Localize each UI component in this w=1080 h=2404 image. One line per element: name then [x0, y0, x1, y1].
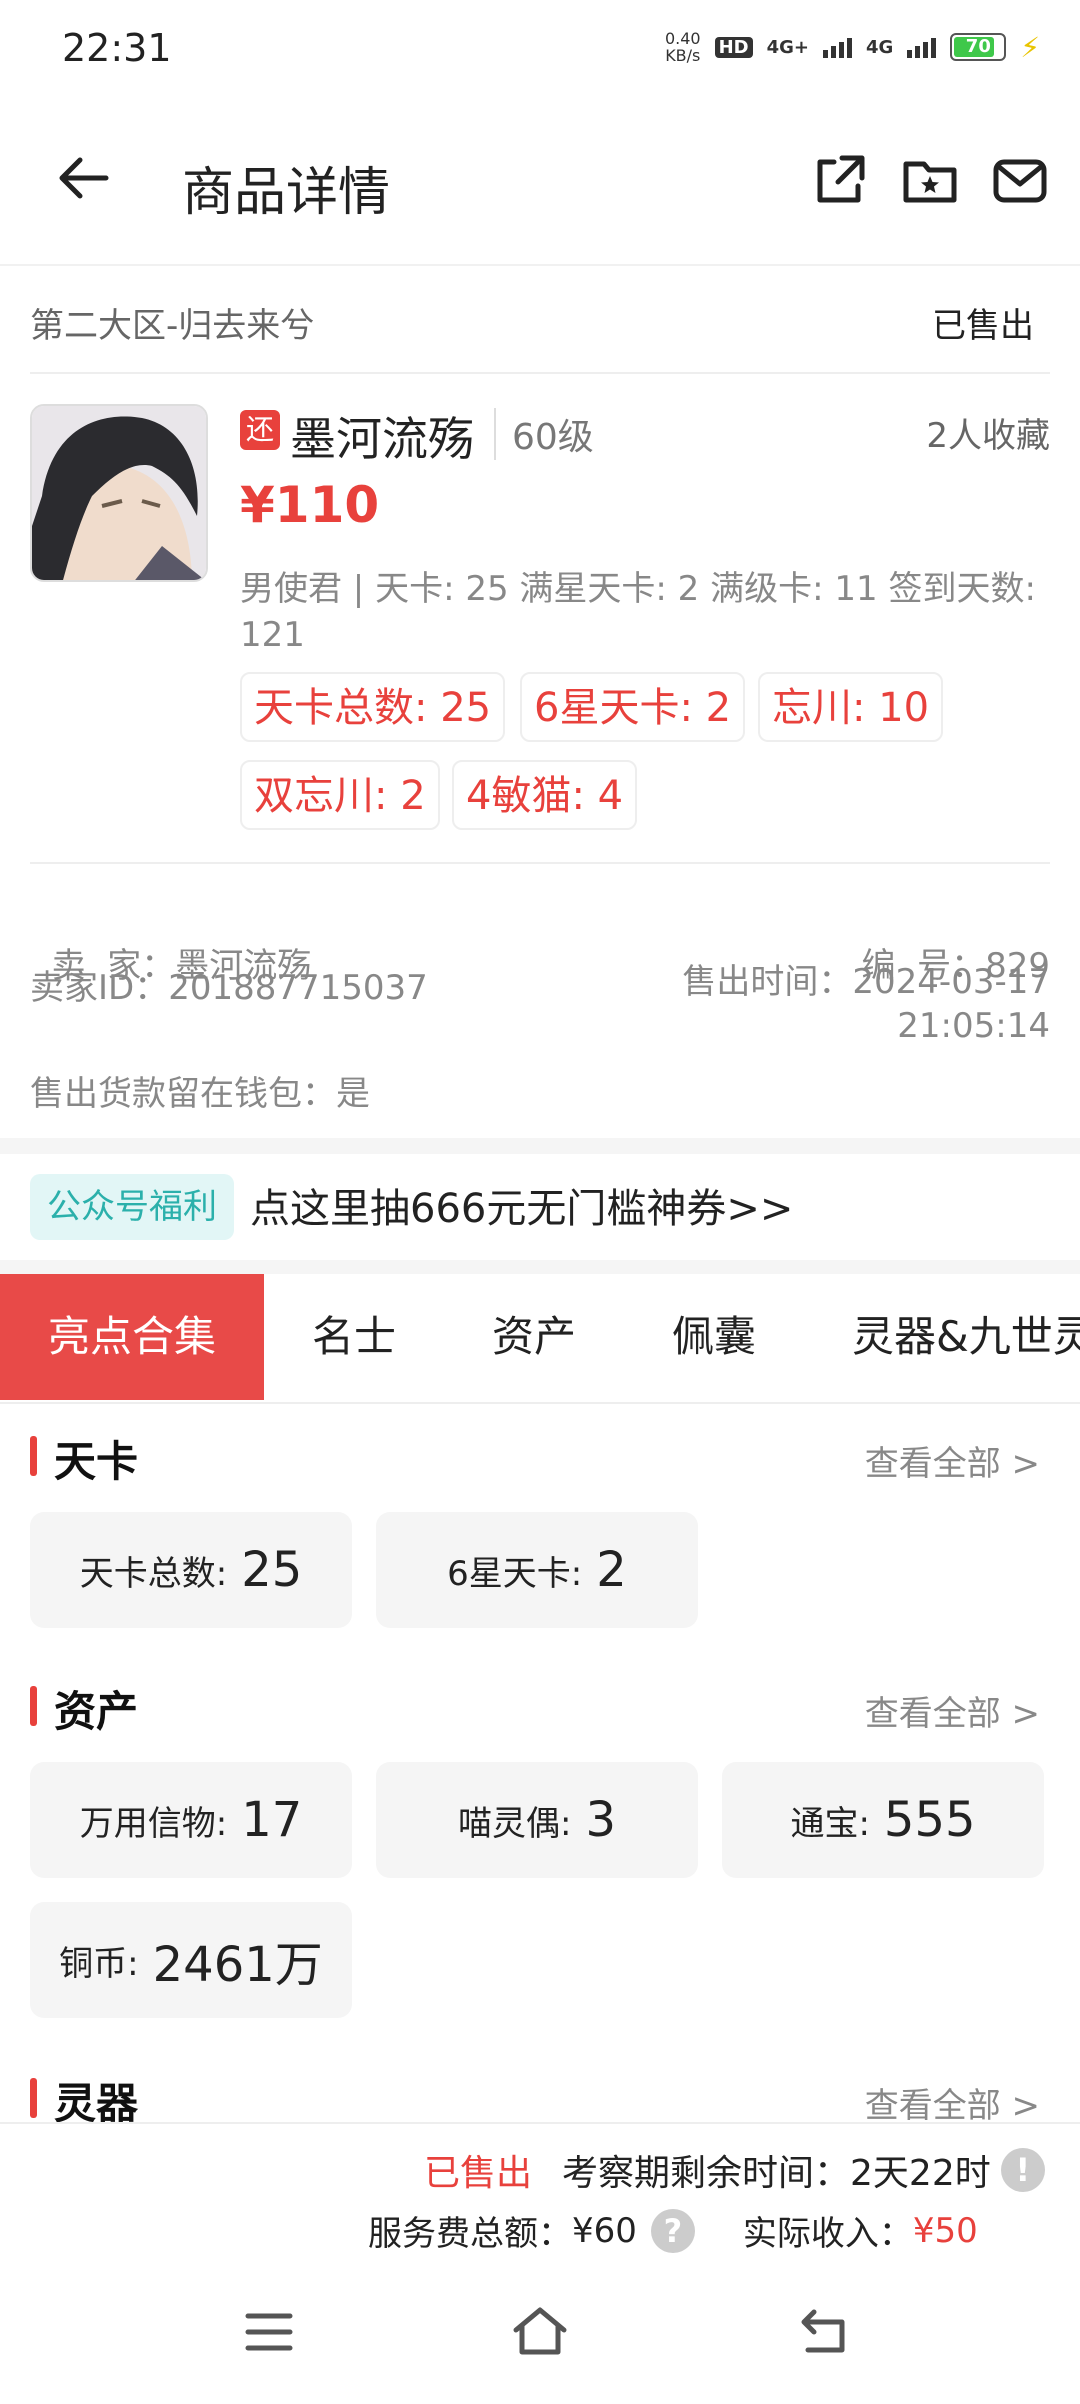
highlight-chip: 6星天卡: 2: [520, 672, 746, 742]
wallet-info: 售出货款留在钱包：是: [30, 1074, 370, 1114]
page-title: 商品详情: [182, 163, 391, 223]
income-label: 实际收入：: [742, 2214, 913, 2254]
signal-4g-label: 4G: [866, 36, 894, 58]
status-bar: 22:31 0.40 KB/s HD 4G+ 4G 70 ⚡: [0, 0, 1080, 100]
section-header-tianka: 天卡 查看全部 >: [30, 1428, 1050, 1488]
info-icon[interactable]: !: [1000, 2148, 1045, 2192]
battery-icon: 70: [950, 33, 1007, 61]
menu-icon[interactable]: [244, 2310, 294, 2354]
share-icon[interactable]: [812, 152, 868, 208]
back-arrow-icon[interactable]: [54, 148, 114, 208]
net-speed: 0.40 KB/s: [664, 29, 701, 65]
help-icon[interactable]: ?: [650, 2208, 695, 2253]
region-label: 第二大区-归去来兮: [30, 306, 315, 346]
status-icons: 0.40 KB/s HD 4G+ 4G 70 ⚡: [665, 30, 1040, 64]
message-icon[interactable]: [992, 152, 1048, 208]
stat-card: 天卡总数: 25: [30, 1512, 352, 1628]
status-time: 22:31: [62, 26, 172, 70]
category-tabs: 亮点合集 名士 资产 佩囊 灵器&九世灵: [0, 1274, 1080, 1404]
highlight-chip: 4敏猫: 4: [452, 760, 638, 830]
section-separator: [0, 1138, 1080, 1154]
income-value: ¥50: [912, 2210, 978, 2251]
fee-value: ¥60: [572, 2210, 637, 2251]
character-level: 60级: [494, 408, 594, 460]
view-all-link[interactable]: 查看全部 >: [865, 2078, 1040, 2122]
view-all-link[interactable]: 查看全部 >: [865, 1436, 1040, 1485]
seller-id: 卖家ID：201887715037: [30, 968, 428, 1008]
sold-status: 已售出: [424, 2153, 533, 2194]
favorite-folder-icon[interactable]: [902, 152, 958, 208]
view-all-link[interactable]: 查看全部 >: [865, 1686, 1040, 1735]
tab-highlights[interactable]: 亮点合集: [0, 1274, 264, 1400]
character-summary: 男使君 | 天卡: 25 满星天卡: 2 满级卡: 11 签到天数: 121: [240, 569, 1036, 655]
remaining-label: 考察期剩余时间：: [562, 2153, 851, 2194]
stat-card: 通宝: 555: [722, 1762, 1044, 1878]
remaining-value: 2天22时: [850, 2153, 991, 2194]
hd-icon: HD: [714, 36, 753, 58]
system-nav-bar: [0, 2262, 1080, 2404]
signal-icon-2: [907, 36, 937, 58]
divider: [30, 372, 1050, 374]
divider: [30, 862, 1050, 864]
highlight-chip: 忘川: 10: [758, 672, 944, 742]
price: ¥110: [240, 476, 380, 534]
stat-card: 万用信物: 17: [30, 1762, 352, 1878]
section-title: 灵器: [54, 2079, 139, 2122]
character-name: 墨河流殇: [290, 412, 474, 466]
section-title: 天卡: [54, 1437, 139, 1486]
review-period-row: 已售出 考察期剩余时间： 2天22时 !: [424, 2144, 1045, 2196]
section-separator: [0, 1260, 1080, 1274]
stat-card: 铜币: 2461万: [30, 1902, 352, 2018]
back-icon[interactable]: [798, 2306, 850, 2356]
header: 商品详情: [0, 100, 1080, 266]
highlight-chip: 天卡总数: 25: [240, 672, 506, 742]
tab-heroes[interactable]: 名士: [312, 1274, 396, 1400]
stat-card: 6星天卡: 2: [376, 1512, 698, 1628]
listing-status: 已售出: [932, 306, 1034, 346]
stat-card: 喵灵偶: 3: [376, 1762, 698, 1878]
section-title: 资产: [54, 1687, 139, 1736]
section-header-assets: 资产 查看全部 >: [30, 1678, 1050, 1738]
home-icon[interactable]: [510, 2304, 570, 2358]
character-avatar[interactable]: [30, 404, 208, 582]
fee-row: 服务费总额： ¥60 ? 实际收入： ¥50: [368, 2206, 978, 2255]
tab-assets[interactable]: 资产: [492, 1274, 576, 1400]
fee-label: 服务费总额：: [368, 2214, 572, 2254]
bottom-info-bar: 已售出 考察期剩余时间： 2天22时 ! 服务费总额： ¥60 ? 实际收入： …: [0, 2122, 1080, 2264]
return-tag: 还: [240, 410, 280, 450]
sold-time: 售出时间：2024-03-17 21:05:14: [682, 962, 1050, 1046]
promo-link[interactable]: 点这里抽666元无门槛神券>>: [250, 1176, 793, 1234]
tab-artifacts[interactable]: 灵器&九世灵: [852, 1274, 1080, 1400]
tab-pouch[interactable]: 佩囊: [672, 1274, 756, 1400]
section-header-lingqi: 灵器 查看全部 >: [30, 2070, 1050, 2122]
signal-4g-plus-label: 4G+: [766, 36, 810, 58]
charging-icon: ⚡: [1020, 30, 1040, 64]
signal-icon: [823, 36, 853, 58]
promo-tag[interactable]: 公众号福利: [30, 1174, 234, 1240]
highlight-chip: 双忘川: 2: [240, 760, 440, 830]
favorite-count: 2人收藏: [926, 416, 1050, 456]
